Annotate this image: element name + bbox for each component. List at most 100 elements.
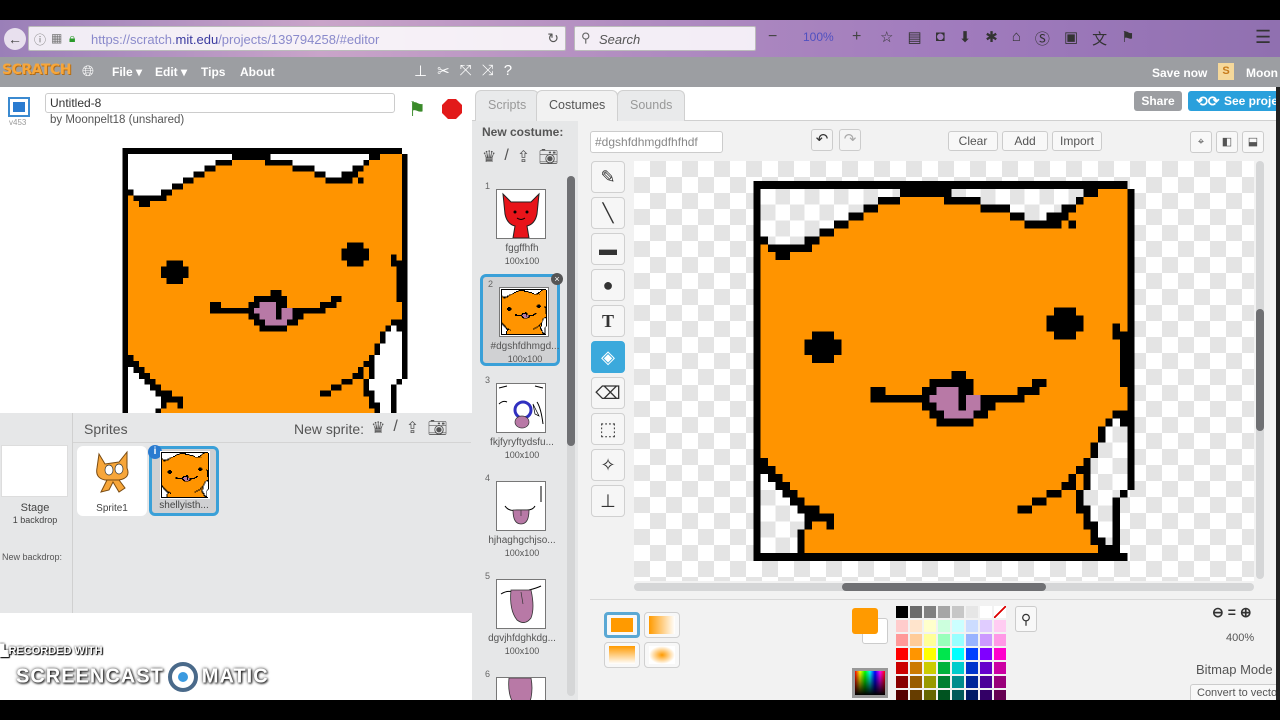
reading-list-icon[interactable]: ▤	[907, 28, 921, 49]
upload-sprite-icon[interactable]: ⇪	[406, 418, 419, 438]
palette-swatch[interactable]	[938, 606, 950, 618]
palette-swatch[interactable]	[896, 620, 908, 632]
rectangle-tool-icon[interactable]: ▬	[591, 233, 625, 265]
paint-costume-icon[interactable]: /	[504, 147, 508, 167]
tab-costumes[interactable]: Costumes	[536, 90, 619, 121]
palette-swatch[interactable]	[910, 634, 922, 646]
palette-swatch[interactable]	[910, 676, 922, 688]
palette-swatch[interactable]	[924, 620, 936, 632]
palette-swatch[interactable]	[924, 648, 936, 660]
camera-sprite-icon[interactable]: 📷︎	[427, 418, 447, 438]
palette-swatch[interactable]	[980, 620, 992, 632]
url-text[interactable]: https://scratch.mit.edu/projects/1397942…	[91, 32, 379, 47]
palette-swatch[interactable]	[952, 648, 964, 660]
palette-swatch[interactable]	[910, 620, 922, 632]
costume-item[interactable]: 6	[480, 667, 560, 700]
costume-item[interactable]: 3 fkjfyryftydsfu... 100x100	[480, 373, 560, 465]
canvas-horizontal-scrollbar[interactable]	[634, 583, 1254, 591]
palette-swatch[interactable]	[896, 662, 908, 674]
palette-swatch[interactable]	[994, 662, 1006, 674]
palette-swatch[interactable]	[910, 662, 922, 674]
palette-swatch[interactable]	[910, 606, 922, 618]
sprite-card[interactable]: Sprite1	[77, 446, 147, 516]
palette-swatch[interactable]	[938, 662, 950, 674]
undo-button[interactable]: ↶	[811, 129, 833, 151]
upload-costume-icon[interactable]: ⇪	[517, 147, 530, 167]
back-button[interactable]: ←	[4, 28, 26, 50]
zoom-level[interactable]: 100%	[803, 30, 834, 44]
screenshot-icon[interactable]: ▣	[1064, 28, 1078, 49]
paint-canvas[interactable]	[634, 161, 1254, 581]
scratch-logo[interactable]: SCRATCH	[2, 62, 71, 78]
fill-solid-option[interactable]	[604, 612, 640, 638]
palette-swatch[interactable]	[994, 634, 1006, 646]
delete-costume-icon[interactable]: ×	[551, 273, 563, 285]
fill-tool-icon[interactable]: ◈	[591, 341, 625, 373]
palette-swatch[interactable]	[938, 620, 950, 632]
flip-horizontal-icon[interactable]: ◧	[1216, 131, 1238, 153]
palette-swatch[interactable]	[924, 606, 936, 618]
palette-swatch[interactable]	[966, 620, 978, 632]
fill-vertical-gradient-option[interactable]	[604, 642, 640, 668]
clear-button[interactable]: Clear	[948, 131, 998, 151]
pocket-icon[interactable]: ◘	[936, 28, 945, 49]
sprite-card-selected[interactable]: i shellyisth...	[148, 445, 219, 516]
see-project-page-button[interactable]: ⟲⟳ See proje	[1188, 91, 1280, 111]
color-spectrum-picker[interactable]	[852, 668, 888, 698]
extension-icon[interactable]: ✱	[985, 28, 998, 49]
share-button[interactable]: Share	[1134, 91, 1182, 111]
palette-swatch[interactable]	[952, 634, 964, 646]
user-avatar[interactable]: S	[1218, 63, 1234, 80]
palette-swatch[interactable]	[966, 676, 978, 688]
stage-sprite-cat[interactable]	[117, 142, 413, 438]
save-now-link[interactable]: Save now	[1152, 66, 1207, 80]
palette-swatch[interactable]	[966, 662, 978, 674]
costume-list-scrollbar[interactable]	[567, 176, 575, 696]
language-globe-icon[interactable]: 🌐︎	[82, 63, 94, 80]
zoom-reset-icon[interactable]: =	[1228, 604, 1236, 621]
info-icon[interactable]: ⓘ	[34, 31, 46, 48]
reload-icon[interactable]: ↻	[547, 30, 559, 47]
select-tool-icon[interactable]: ⬚	[591, 413, 625, 445]
camera-costume-icon[interactable]: 📷︎	[538, 147, 558, 167]
palette-swatch[interactable]	[966, 648, 978, 660]
home-icon[interactable]: ⌂	[1012, 28, 1021, 49]
palette-swatch[interactable]	[952, 662, 964, 674]
zoom-in-button[interactable]: +	[852, 28, 861, 46]
line-tool-icon[interactable]: ╲	[591, 197, 625, 229]
grow-icon[interactable]: ⤧	[460, 62, 472, 80]
palette-swatch[interactable]	[994, 648, 1006, 660]
fill-horizontal-gradient-option[interactable]	[644, 612, 680, 638]
magic-wand-tool-icon[interactable]: ✧	[591, 449, 625, 481]
help-icon[interactable]: ?	[504, 62, 512, 80]
costume-item-selected[interactable]: 2 × #dgshfdhmgd... 100x100	[480, 273, 563, 366]
flag-extension-icon[interactable]: ⚑	[1121, 28, 1134, 49]
text-tool-icon[interactable]: T	[591, 305, 625, 337]
shrink-icon[interactable]: ⤨	[482, 62, 494, 80]
eyedropper-icon[interactable]: ⚲	[1015, 606, 1037, 632]
import-button[interactable]: Import	[1052, 131, 1102, 151]
fill-radial-gradient-option[interactable]	[644, 642, 680, 668]
menu-file[interactable]: File ▾	[112, 65, 142, 79]
green-flag-button[interactable]: ⚑	[408, 97, 426, 122]
paint-sprite-icon[interactable]: /	[393, 418, 397, 438]
bookmark-star-icon[interactable]: ☆	[880, 28, 893, 49]
project-title-input[interactable]: Untitled-8	[45, 93, 395, 113]
stop-button[interactable]	[442, 99, 462, 119]
costume-bitmap[interactable]	[746, 173, 1142, 569]
tab-scripts[interactable]: Scripts	[475, 90, 540, 121]
sprite-library-icon[interactable]: ♛	[371, 418, 385, 438]
palette-swatch[interactable]	[980, 648, 992, 660]
palette-swatch[interactable]	[980, 634, 992, 646]
palette-swatch[interactable]	[938, 634, 950, 646]
redo-button[interactable]: ↷	[839, 129, 861, 151]
tab-sounds[interactable]: Sounds	[617, 90, 686, 121]
costume-item[interactable]: 5 dgvjhfdghkdg... 100x100	[480, 569, 560, 661]
username[interactable]: Moon	[1246, 66, 1278, 80]
palette-swatch[interactable]	[952, 676, 964, 688]
s-extension-icon[interactable]: Ⓢ	[1035, 28, 1050, 49]
download-icon[interactable]: ⬇	[959, 28, 972, 49]
ellipse-tool-icon[interactable]: ●	[591, 269, 625, 301]
zoom-in-icon[interactable]: ⊕	[1240, 604, 1252, 621]
palette-swatch[interactable]	[994, 606, 1006, 618]
